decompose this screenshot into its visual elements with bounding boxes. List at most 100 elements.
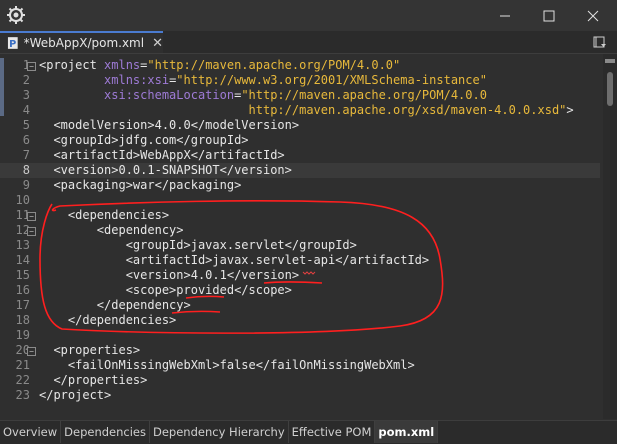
- xml-text: [39, 88, 104, 102]
- code-text[interactable]: xmlns:xsi="http://www.w3.org/2001/XMLSch…: [39, 73, 487, 88]
- code-line[interactable]: 2 xmlns:xsi="http://www.w3.org/2001/XMLS…: [0, 73, 600, 88]
- code-text[interactable]: <dependencies>: [39, 208, 169, 223]
- code-line[interactable]: 3 xsi:schemaLocation="http://maven.apach…: [0, 88, 600, 103]
- xml-text: <project: [39, 58, 105, 72]
- code-line[interactable]: 14 <artifactId>javax.servlet-api</artifa…: [0, 253, 600, 268]
- code-line[interactable]: 4 http://maven.apache.org/xsd/maven-4.0.…: [0, 103, 600, 118]
- fold-toggle-properties[interactable]: −: [27, 347, 36, 356]
- xml-text: >: [566, 103, 574, 117]
- xml-text: <version>0.0.1-SNAPSHOT</version>: [39, 163, 292, 177]
- code-line[interactable]: 13 <groupId>javax.servlet</groupId>: [0, 238, 600, 253]
- code-text[interactable]: <failOnMissingWebXml>false</failOnMissin…: [39, 358, 415, 373]
- code-line[interactable]: 10: [0, 193, 600, 208]
- xml-text: </dependency>: [39, 298, 191, 312]
- xml-text: <scope>provided</scope>: [39, 283, 292, 297]
- line-number: 19: [15, 328, 30, 342]
- code-text[interactable]: <scope>provided</scope>: [39, 283, 292, 298]
- code-text[interactable]: <version>4.0.1</version>: [39, 268, 299, 283]
- eclipse-window: P *WebAppX/pom.xml ✕ 1<project xmlns="ht…: [0, 0, 617, 444]
- code-text[interactable]: <project xmlns="http://maven.apache.org/…: [39, 58, 400, 73]
- xml-text: [39, 73, 104, 87]
- code-text[interactable]: </dependency>: [39, 298, 191, 313]
- xml-attribute-value: "http://maven.apache.org/POM/4.0.0: [241, 88, 487, 102]
- code-line[interactable]: 15 <version>4.0.1</version>: [0, 268, 600, 283]
- xml-text: <properties>: [39, 343, 141, 357]
- code-line[interactable]: 11 <dependencies>: [0, 208, 600, 223]
- minimize-button[interactable]: [482, 0, 527, 31]
- code-line[interactable]: 5 <modelVersion>4.0.0</modelVersion>: [0, 118, 600, 133]
- line-number: 13: [15, 238, 30, 252]
- close-window-button[interactable]: [570, 0, 615, 31]
- fold-toggle-project[interactable]: −: [27, 62, 36, 71]
- code-text[interactable]: <properties>: [39, 343, 140, 358]
- fold-toggle-dependency[interactable]: −: [27, 227, 36, 236]
- xml-text: <version>4.0.1</version>: [39, 268, 300, 282]
- xml-attribute-value: "http://www.w3.org/2001/XMLSchema-instan…: [176, 73, 487, 87]
- code-line[interactable]: 18 </dependencies>: [0, 313, 600, 328]
- code-text[interactable]: </properties>: [39, 373, 147, 388]
- line-number: 7: [22, 148, 30, 162]
- tab-close-icon[interactable]: ✕: [152, 36, 163, 51]
- code-line[interactable]: 20 <properties>: [0, 343, 600, 358]
- code-text[interactable]: <groupId>jdfg.com</groupId>: [39, 133, 248, 148]
- minimize-icon: [499, 15, 510, 16]
- code-text[interactable]: <packaging>war</packaging>: [39, 178, 241, 193]
- code-text[interactable]: <version>0.0.1-SNAPSHOT</version>: [39, 163, 292, 178]
- xml-text: <dependencies>: [39, 208, 170, 222]
- tab-dependencies[interactable]: Dependencies: [61, 421, 150, 443]
- code-line[interactable]: 1<project xmlns="http://maven.apache.org…: [0, 58, 600, 73]
- code-line[interactable]: 9 <packaging>war</packaging>: [0, 178, 600, 193]
- code-text[interactable]: <groupId>javax.servlet</groupId>: [39, 238, 357, 253]
- code-line[interactable]: 17 </dependency>: [0, 298, 600, 313]
- close-icon: [587, 10, 598, 21]
- eclipse-gear-icon[interactable]: [6, 5, 26, 25]
- code-line[interactable]: 23 </project>: [0, 388, 600, 403]
- code-line[interactable]: 12 <dependency>: [0, 223, 600, 238]
- code-text[interactable]: <artifactId>WebAppX</artifactId>: [39, 148, 284, 163]
- editor-tab-pom[interactable]: P *WebAppX/pom.xml ✕: [0, 31, 163, 53]
- vertical-scrollbar[interactable]: [603, 54, 617, 419]
- code-text[interactable]: </dependencies>: [39, 313, 176, 328]
- code-line[interactable]: 7 <artifactId>WebAppX</artifactId>: [0, 148, 600, 163]
- xml-text: [39, 103, 249, 117]
- xml-attribute: xmlns: [104, 58, 141, 72]
- maximize-icon: [543, 10, 554, 21]
- code-text[interactable]: <dependency>: [39, 223, 184, 238]
- code-text[interactable]: <modelVersion>4.0.0</modelVersion>: [39, 118, 299, 133]
- code-line[interactable]: 22 </properties>: [0, 373, 600, 388]
- scrollbar-thumb[interactable]: [607, 72, 613, 106]
- code-text[interactable]: xsi:schemaLocation="http://maven.apache.…: [39, 88, 487, 103]
- code-line[interactable]: 21 <failOnMissingWebXml>false</failOnMis…: [0, 358, 600, 373]
- xml-text: </properties>: [39, 373, 148, 387]
- fold-toggle-dependencies[interactable]: −: [27, 212, 36, 221]
- tab-effective-pom[interactable]: Effective POM: [289, 421, 376, 443]
- line-number: 22: [15, 373, 30, 387]
- line-number: 16: [15, 283, 30, 297]
- svg-text:P: P: [9, 39, 16, 50]
- title-bar: [0, 0, 617, 31]
- line-number: 9: [22, 178, 30, 192]
- tab-pom-xml[interactable]: pom.xml: [375, 421, 439, 443]
- overview-ruler-marker: [605, 59, 615, 63]
- xml-file-icon: P: [7, 37, 18, 50]
- tab-dependency-hierarchy[interactable]: Dependency Hierarchy: [150, 421, 289, 443]
- maximize-button[interactable]: [526, 0, 571, 31]
- code-line[interactable]: 6 <groupId>jdfg.com</groupId>: [0, 133, 600, 148]
- xml-attribute: xmlns:xsi: [104, 73, 170, 87]
- view-menu-icon[interactable]: [593, 34, 607, 53]
- line-number: 3: [22, 88, 30, 102]
- xml-attribute-value: "http://maven.apache.org/POM/4.0.0": [147, 58, 401, 72]
- line-number: 6: [22, 133, 30, 147]
- code-line[interactable]: 8 <version>0.0.1-SNAPSHOT</version>: [0, 163, 600, 178]
- xml-source-editor[interactable]: 1<project xmlns="http://maven.apache.org…: [0, 54, 617, 419]
- xml-attribute: xsi:schemaLocation: [104, 88, 235, 102]
- xml-text: <dependency>: [39, 223, 184, 237]
- code-text[interactable]: http://maven.apache.org/xsd/maven-4.0.0.…: [39, 103, 574, 118]
- tab-overview[interactable]: Overview: [0, 421, 62, 443]
- pom-editor-tabs: Overview Dependencies Dependency Hierarchy…: [0, 420, 617, 444]
- code-text[interactable]: </project>: [39, 388, 111, 403]
- code-line[interactable]: 19: [0, 328, 600, 343]
- code-line[interactable]: 16 <scope>provided</scope>: [0, 283, 600, 298]
- code-text[interactable]: <artifactId>javax.servlet-api</artifactI…: [39, 253, 429, 268]
- line-number: 10: [15, 193, 30, 207]
